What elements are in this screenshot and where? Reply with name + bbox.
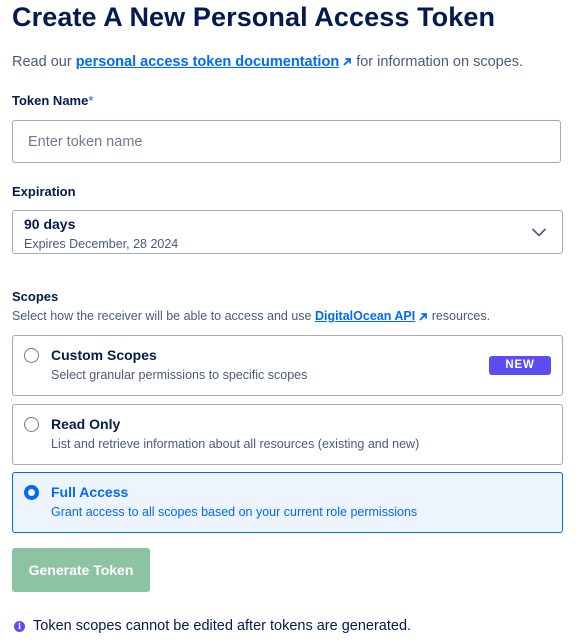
radio-read-only[interactable] (24, 417, 39, 432)
intro-suffix: for information on scopes. (352, 54, 524, 70)
info-icon: i (14, 621, 25, 632)
token-name-label-text: Token Name (12, 93, 89, 108)
scope-option-title: Custom Scopes (51, 347, 157, 363)
external-arrow-icon (343, 58, 352, 66)
intro-prefix: Read our (12, 54, 76, 70)
scope-option-desc: Grant access to all scopes based on your… (51, 505, 418, 519)
scopes-desc-prefix: Select how the receiver will be able to … (12, 309, 315, 323)
external-arrow-icon (419, 312, 428, 321)
token-name-input[interactable] (12, 120, 561, 163)
generate-token-button[interactable]: Generate Token (12, 548, 150, 592)
page-title: Create A New Personal Access Token (12, 2, 496, 32)
scopes-label: Scopes (12, 289, 59, 304)
new-badge: NEW (489, 356, 551, 375)
chevron-down-icon (531, 228, 547, 237)
note-text: Token scopes cannot be edited after toke… (33, 618, 412, 634)
scope-option-custom[interactable]: Custom Scopes Select granular permission… (12, 335, 563, 396)
expiration-date-text: Expires December, 28 2024 (24, 237, 179, 251)
api-docs-link-label: DigitalOcean API (314, 309, 416, 323)
docs-link-label: personal access token documentation (75, 54, 340, 70)
scope-option-read-only[interactable]: Read Only List and retrieve information … (12, 404, 563, 465)
scope-option-title: Read Only (51, 416, 121, 432)
radio-custom-scopes[interactable] (24, 348, 39, 363)
create-token-page: Create A New Personal Access Token Read … (0, 0, 584, 643)
scope-edit-note: i Token scopes cannot be edited after tok… (14, 618, 411, 634)
token-name-label: Token Name* (12, 93, 93, 108)
scopes-description: Select how the receiver will be able to … (12, 309, 490, 323)
expiration-selected-value: 90 days (24, 216, 76, 232)
docs-link[interactable]: personal access token documentation (76, 54, 353, 70)
expiration-select[interactable]: 90 days Expires December, 28 2024 (12, 210, 563, 254)
expiration-label: Expiration (12, 184, 76, 199)
radio-full-access[interactable] (24, 485, 39, 500)
required-marker: * (88, 93, 94, 108)
scope-option-title: Full Access (51, 484, 129, 500)
scope-option-desc: Select granular permissions to specific … (51, 368, 308, 382)
scope-option-full-access[interactable]: Full Access Grant access to all scopes b… (12, 472, 563, 533)
scope-option-desc: List and retrieve information about all … (51, 437, 420, 451)
intro-text: Read our personal access token documenta… (12, 54, 523, 70)
scopes-desc-suffix: resources. (428, 309, 491, 323)
api-docs-link[interactable]: DigitalOcean API (315, 309, 428, 323)
